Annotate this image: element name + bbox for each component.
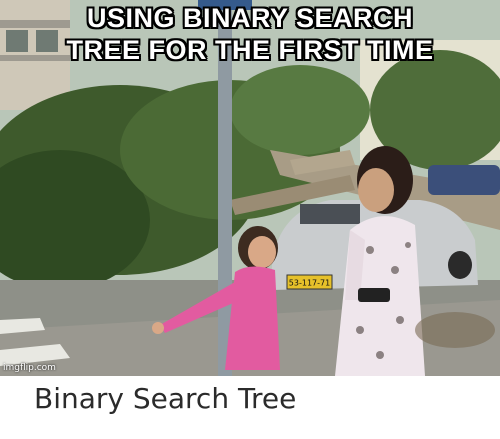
imgflip-watermark: imgflip.com [3,363,56,373]
license-plate-text: 53-117-71 [289,279,330,288]
image-caption: Binary Search Tree [34,382,297,415]
meme-caption-line-2: TREE FOR THE FIRST TIME [66,35,434,65]
meme-image: 53-117-71 USING BINARY SEARCH TREE FOR T… [0,0,500,376]
meme-caption-line-1: USING BINARY SEARCH [86,3,414,33]
